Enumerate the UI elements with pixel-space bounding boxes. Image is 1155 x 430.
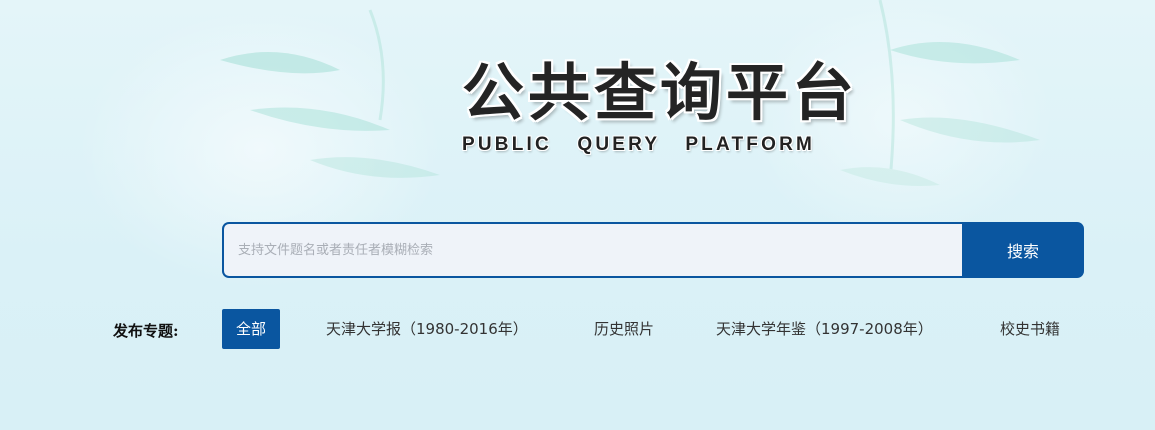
search-input[interactable]: [222, 222, 962, 278]
publish-topics: 发布专题: 全部 天津大学报（1980-2016年） 历史照片 天津大学年鉴（1…: [113, 309, 1073, 349]
title-english: PUBLIC QUERY PLATFORM: [462, 134, 816, 155]
topic-all[interactable]: 全部: [222, 309, 281, 349]
bamboo-leaf-decoration-right: [840, 0, 1040, 186]
topic-historical-photos[interactable]: 历史照片: [594, 309, 654, 349]
search-bar: 搜索: [222, 222, 1084, 278]
topics-label: 发布专题:: [113, 322, 179, 340]
topic-tju-yearbook[interactable]: 天津大学年鉴（1997-2008年）: [716, 309, 933, 349]
topic-school-history-books[interactable]: 校史书籍: [1000, 309, 1060, 349]
platform-title: 公共查询平台 PUBLIC QUERY PLATFORM: [462, 56, 859, 156]
topic-tju-newspaper[interactable]: 天津大学报（1980-2016年）: [326, 309, 528, 349]
title-chinese: 公共查询平台: [462, 56, 859, 129]
bamboo-leaf-decoration-left: [220, 9, 440, 178]
search-button[interactable]: 搜索: [962, 222, 1084, 278]
